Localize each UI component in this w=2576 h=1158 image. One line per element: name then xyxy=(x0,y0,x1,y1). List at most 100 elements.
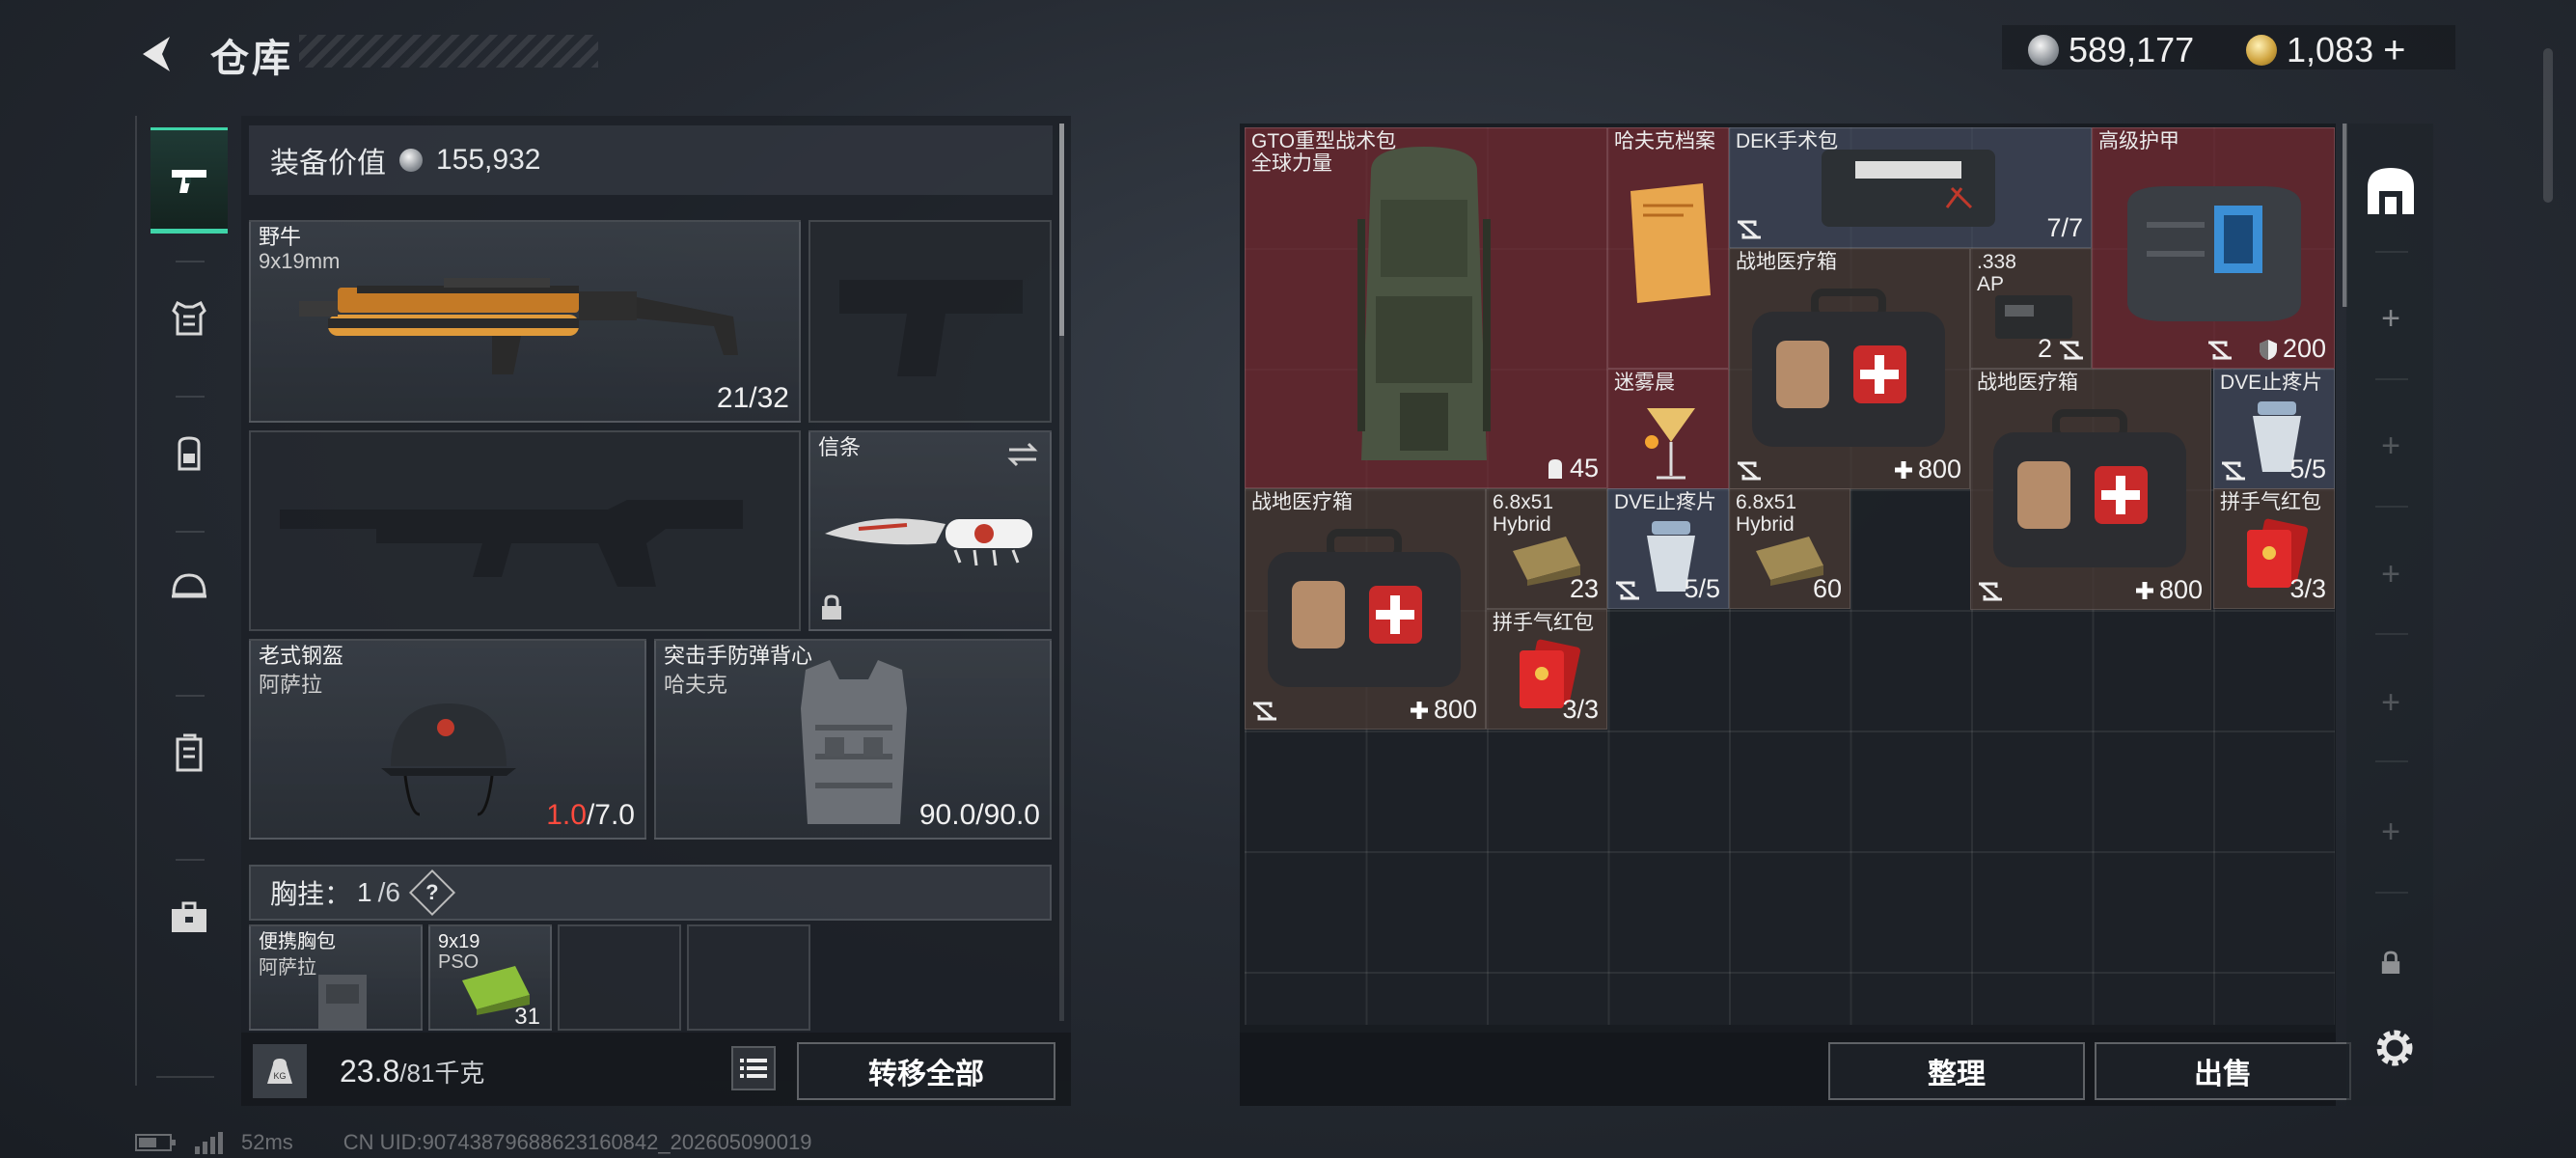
category-armor[interactable] xyxy=(151,265,228,372)
item-name: 6.8x51 Hybrid xyxy=(1493,491,1554,536)
gold-coin-icon xyxy=(2246,35,2277,66)
stash-tab-main[interactable] xyxy=(2362,162,2420,220)
item-name: 哈夫克档案 xyxy=(1614,130,1715,152)
item-count: 3/3 xyxy=(1562,695,1599,724)
tactical-vest-image xyxy=(801,660,907,824)
gear-icon xyxy=(2376,1030,2413,1066)
sort-button[interactable]: 整理 xyxy=(1828,1042,2085,1100)
stash-tab-add-3[interactable]: + xyxy=(2362,545,2420,603)
storage-item-gto-backpack[interactable]: GTO重型战术包 全球力量 45 xyxy=(1245,127,1607,488)
helmet-slot[interactable]: 老式钢盔 阿萨拉 1.0/7.0 xyxy=(249,639,646,840)
vest-brand: 哈夫克 xyxy=(664,673,728,697)
item-name: 拼手气红包 xyxy=(1493,612,1594,634)
chest-rig-used: 1 xyxy=(357,877,372,907)
stash-tab-add-1[interactable]: + xyxy=(2362,290,2420,347)
vest-slot[interactable]: 突击手防弹背心 哈夫克 90.0/90.0 xyxy=(654,639,1052,840)
bind-icon xyxy=(1738,220,1761,239)
chest-rig-capacity: /6 xyxy=(377,877,400,907)
armor-bag-image xyxy=(2127,186,2301,321)
melee-name: 信条 xyxy=(818,435,862,459)
back-button[interactable] xyxy=(135,31,181,77)
item-count: 800 xyxy=(1409,695,1477,725)
rig-slot-empty-1[interactable] xyxy=(558,924,681,1031)
svg-text:KG: KG xyxy=(273,1071,286,1081)
storage-item-field-medkit-2[interactable]: 战地医疗箱 800 xyxy=(1970,369,2211,610)
backpack-icon xyxy=(178,436,201,471)
storage-item-338-ap[interactable]: .338 AP 2 xyxy=(1970,248,2092,369)
carry-weight-current: 23.8 xyxy=(340,1054,400,1089)
bind-icon xyxy=(1979,582,2002,601)
category-helmet[interactable] xyxy=(151,536,228,642)
rig-slot-bag[interactable]: 便携胸包 阿萨拉 xyxy=(249,924,423,1031)
stash-tab-locked[interactable] xyxy=(2362,934,2420,992)
storage-item-field-medkit-3[interactable]: 战地医疗箱 800 xyxy=(1245,488,1486,730)
storage-item-field-medkit-1[interactable]: 战地医疗箱 800 xyxy=(1729,248,1970,489)
secondary-weapon-slot[interactable] xyxy=(249,430,801,631)
plus-icon: + xyxy=(2381,555,2400,593)
stash-tab-add-4[interactable]: + xyxy=(2362,674,2420,731)
list-view-button[interactable] xyxy=(731,1046,776,1090)
storage-item-dve-painkiller-2[interactable]: DVE止疼片 5/5 xyxy=(1607,488,1729,609)
rig-ammo-name: 9x19 xyxy=(438,931,480,952)
rig-slot-ammo[interactable]: 9x19 PSO 31 xyxy=(428,924,552,1031)
status-bar: 52ms CN UID:90743879688623160842_2026050… xyxy=(135,1129,811,1156)
add-currency-button[interactable]: + xyxy=(2383,29,2405,72)
title-decoration xyxy=(299,35,598,68)
melee-slot[interactable]: 信条 xyxy=(808,430,1052,631)
item-name: .338 AP xyxy=(1977,251,2016,295)
storage-item-dve-painkiller-1[interactable]: DVE止疼片 5/5 xyxy=(2213,369,2335,489)
storage-grid: GTO重型战术包 全球力量 45 哈夫克档案 DEK手术包 7/7 高级护甲 2… xyxy=(1245,127,2335,1025)
storage-item-advanced-armor[interactable]: 高级护甲 200 xyxy=(2092,127,2335,369)
item-count: 23 xyxy=(1569,574,1599,603)
item-count: 800 xyxy=(1893,455,1961,484)
bind-icon xyxy=(1253,702,1276,721)
cross-plus-icon xyxy=(1410,701,1428,719)
sidearm-slot[interactable] xyxy=(808,220,1052,423)
bind-icon xyxy=(2208,341,2232,360)
silver-coin-icon xyxy=(2028,35,2059,66)
plus-icon: + xyxy=(2381,683,2400,721)
item-count: 2 xyxy=(2037,334,2052,363)
weight-icon: KG xyxy=(253,1044,307,1098)
storage-item-misty-morning[interactable]: 迷雾晨 xyxy=(1607,369,1729,489)
category-sidebar xyxy=(135,116,237,1086)
stash-tab-add-2[interactable]: + xyxy=(2362,417,2420,475)
transfer-all-button[interactable]: 转移全部 xyxy=(797,1042,1055,1100)
category-backpack[interactable] xyxy=(151,400,228,507)
primary-weapon-slot[interactable]: 野牛 9x19mm 21/32 xyxy=(249,220,801,423)
steel-helmet-image xyxy=(381,703,516,816)
primary-weapon-ammo: 21/32 xyxy=(716,382,789,414)
swap-icon[interactable] xyxy=(1005,442,1040,467)
category-case[interactable] xyxy=(151,700,228,806)
storage-item-68x51-hybrid-1[interactable]: 6.8x51 Hybrid 23 xyxy=(1486,488,1607,609)
item-count: 5/5 xyxy=(1684,574,1720,603)
storage-item-dek-surgical-kit[interactable]: DEK手术包 7/7 xyxy=(1729,127,2092,248)
rig-slot-empty-2[interactable] xyxy=(687,924,810,1031)
battery-icon xyxy=(135,1134,176,1151)
stash-tab-add-5[interactable]: + xyxy=(2362,803,2420,861)
armor-shield-icon xyxy=(2259,339,2277,360)
vest-durability: 90.0/90.0 xyxy=(918,799,1040,831)
equipment-scroll-thumb[interactable] xyxy=(1059,124,1064,336)
cross-plus-icon xyxy=(2135,581,2153,599)
silver-currency: 589,177 xyxy=(2028,25,2194,75)
storage-item-68x51-hybrid-2[interactable]: 6.8x51 Hybrid 60 xyxy=(1729,488,1850,609)
list-icon xyxy=(740,1059,767,1078)
cross-plus-icon xyxy=(1894,460,1912,479)
gold-amount: 1,083 xyxy=(2287,30,2374,69)
help-button[interactable]: ? xyxy=(408,868,455,917)
lock-icon xyxy=(822,594,841,620)
sell-button[interactable]: 出售 xyxy=(2095,1042,2351,1100)
primary-weapon-name: 野牛 xyxy=(259,225,302,249)
edge-scroll-indicator xyxy=(2543,48,2553,203)
storage-item-haffke-file[interactable]: 哈夫克档案 xyxy=(1607,127,1729,369)
chest-rig-label: 胸挂： xyxy=(270,879,352,909)
pistol-icon xyxy=(172,170,206,193)
storage-item-red-packet-1[interactable]: 拼手气红包 3/3 xyxy=(2213,488,2335,609)
settings-button[interactable] xyxy=(2366,1019,2424,1077)
item-name: 6.8x51 Hybrid xyxy=(1736,491,1797,536)
category-tools[interactable] xyxy=(151,864,228,970)
storage-item-red-packet-2[interactable]: 拼手气红包 3/3 xyxy=(1486,609,1607,730)
rifle-silhouette-icon xyxy=(280,500,743,587)
category-weapons[interactable] xyxy=(151,127,228,234)
